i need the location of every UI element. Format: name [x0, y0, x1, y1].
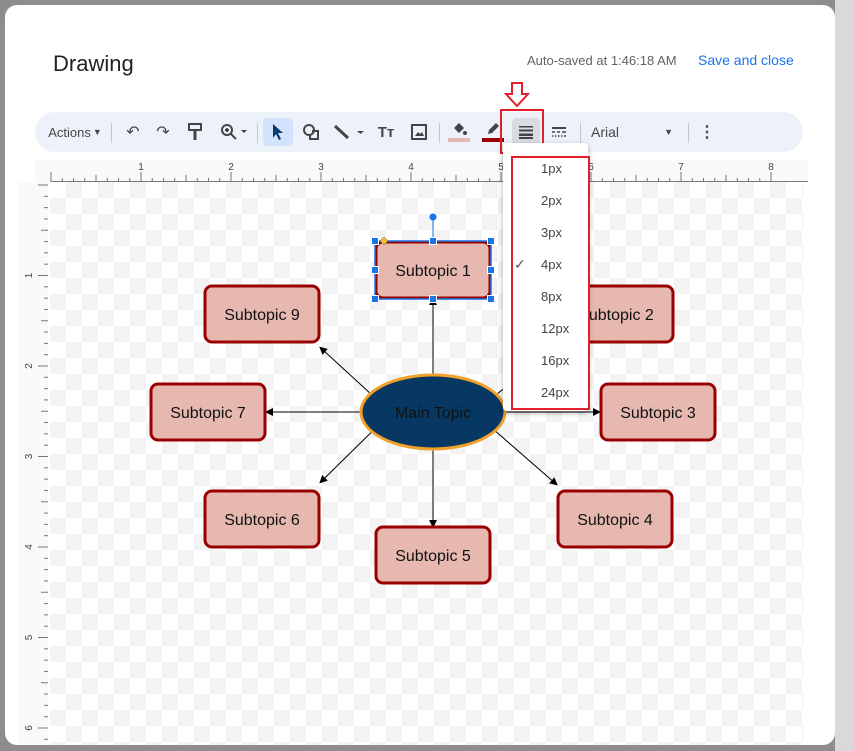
divider — [111, 123, 112, 143]
divider — [439, 123, 440, 143]
subtopic-shape[interactable]: Subtopic 4 — [556, 489, 674, 549]
main-topic-shape[interactable]: Main Topic — [359, 373, 507, 451]
scrollbar[interactable] — [835, 0, 853, 751]
undo-icon[interactable]: ↶ — [119, 118, 147, 146]
line-icon[interactable] — [329, 118, 369, 146]
text-box-icon[interactable]: Tт — [371, 118, 401, 146]
subtopic-label: Subtopic 1 — [395, 263, 471, 280]
autosave-status: Auto-saved at 1:46:18 AM — [527, 53, 677, 68]
main-topic-label: Main Topic — [395, 405, 471, 422]
redo-icon[interactable]: ↷ — [149, 118, 177, 146]
subtopic-shape[interactable]: Subtopic 9 — [203, 284, 321, 344]
zoom-icon[interactable] — [215, 118, 253, 146]
resize-handle[interactable] — [487, 266, 495, 274]
fill-color-icon[interactable] — [445, 118, 473, 146]
resize-handle[interactable] — [429, 295, 437, 303]
resize-handle[interactable] — [371, 295, 379, 303]
subtopic-shape[interactable]: Subtopic 3 — [599, 382, 717, 442]
arrow-down-icon — [504, 82, 530, 108]
subtopic-label: Subtopic 7 — [170, 405, 246, 422]
more-icon[interactable]: ⋮ — [695, 118, 719, 146]
ruler-label: 7 — [678, 162, 684, 173]
border-dash-icon[interactable] — [545, 118, 573, 146]
ruler-label: 4 — [24, 544, 35, 550]
resize-handle[interactable] — [487, 237, 495, 245]
subtopic-label: Subtopic 3 — [620, 405, 696, 422]
top-ruler: 12345678 — [35, 160, 808, 182]
ruler-label: 2 — [24, 363, 35, 369]
resize-handle[interactable] — [429, 237, 437, 245]
resize-handle[interactable] — [487, 295, 495, 303]
caret-down-icon: ▼ — [92, 127, 102, 137]
subtopic-label: Subtopic 9 — [224, 307, 300, 324]
subtopic-shape[interactable]: Subtopic 7 — [149, 382, 267, 442]
connector-arrow[interactable] — [319, 346, 371, 394]
ruler-label: 3 — [24, 453, 35, 459]
ruler-label: 8 — [768, 162, 774, 173]
actions-label: Actions — [48, 124, 91, 140]
ruler-label: 3 — [318, 162, 324, 173]
ruler-label: 2 — [228, 162, 234, 173]
font-name: Arial — [591, 124, 620, 140]
dialog-title: Drawing — [53, 51, 134, 76]
divider — [257, 123, 258, 143]
ruler-label: 5 — [24, 634, 35, 640]
ruler-label: 1 — [24, 272, 35, 278]
drawing-canvas[interactable]: Subtopic 1 Subtopic 2 Subtopic 3 Subtopic 4… — [50, 182, 803, 745]
ruler-label: 4 — [408, 162, 414, 173]
subtopic-shape[interactable]: Subtopic 5 — [374, 525, 492, 585]
rotate-handle[interactable] — [429, 213, 437, 221]
font-select[interactable]: Arial ▼ — [591, 118, 673, 146]
subtopic-shape[interactable]: Subtopic 6 — [203, 489, 321, 549]
image-icon[interactable] — [405, 118, 433, 146]
divider — [688, 123, 689, 143]
ruler-label: 1 — [138, 162, 144, 173]
toolbar: Actions ▼ ↶ ↷ Tт Arial ▼ ⋮ — [35, 112, 803, 152]
paint-format-icon[interactable] — [181, 118, 209, 146]
divider — [580, 123, 581, 143]
drawing-dialog: Drawing Auto-saved at 1:46:18 AM Save an… — [5, 5, 835, 745]
connector-arrow[interactable] — [494, 430, 558, 486]
subtopic-label: Subtopic 5 — [395, 548, 471, 565]
subtopic-shape[interactable]: Subtopic 1 — [374, 240, 492, 300]
save-and-close-button[interactable]: Save and close — [698, 52, 794, 68]
ruler-label: 6 — [24, 725, 35, 731]
resize-handle[interactable] — [371, 266, 379, 274]
fill-color-swatch — [448, 138, 470, 142]
connector-arrow[interactable] — [319, 431, 373, 484]
resize-handle[interactable] — [371, 237, 379, 245]
annotation-highlight-menu — [511, 156, 590, 410]
left-ruler: 1 2 3 4 5 6 — [18, 182, 48, 745]
actions-menu[interactable]: Actions ▼ — [45, 118, 105, 146]
subtopic-label: Subtopic 6 — [224, 512, 300, 529]
caret-down-icon: ▼ — [664, 127, 673, 137]
subtopic-label: Subtopic 4 — [577, 512, 653, 529]
select-icon[interactable] — [263, 118, 293, 146]
shape-icon[interactable] — [297, 118, 325, 146]
